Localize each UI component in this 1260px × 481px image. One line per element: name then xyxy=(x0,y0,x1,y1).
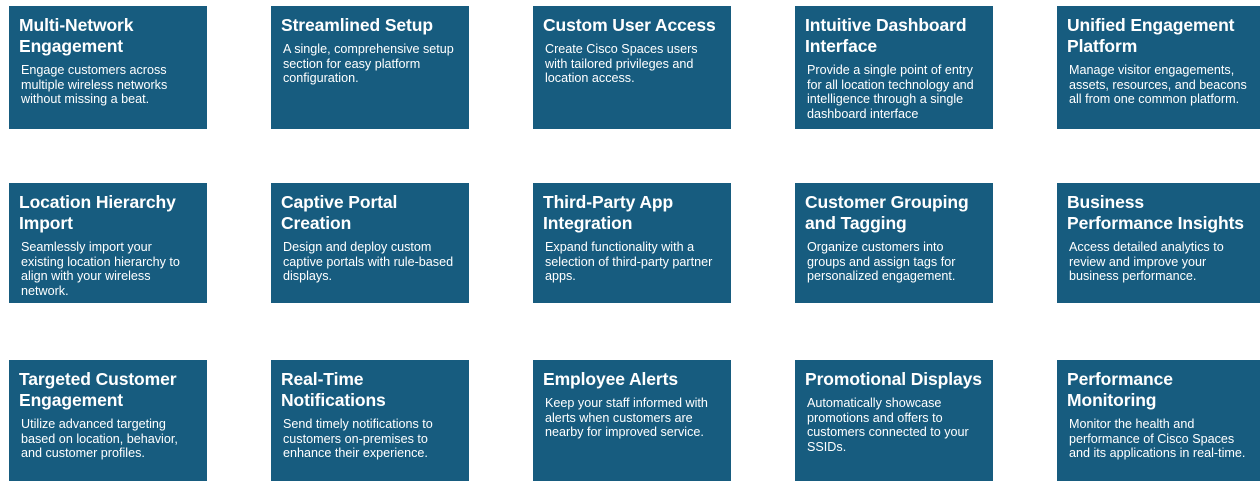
feature-card-performance-monitoring: Performance Monitoring Monitor the healt… xyxy=(1057,360,1260,481)
card-description: Keep your staff informed with alerts whe… xyxy=(545,396,708,440)
card-title: Unified Engagement Platform xyxy=(1067,15,1235,56)
feature-card-targeted-customer-engagement: Targeted Customer Engagement Utilize adv… xyxy=(9,360,207,481)
feature-card-real-time-notifications: Real-Time Notifications Send timely noti… xyxy=(271,360,469,481)
card-title: Custom User Access xyxy=(543,15,716,35)
feature-card-promotional-displays: Promotional Displays Automatically showc… xyxy=(795,360,993,481)
card-title: Location Hierarchy Import xyxy=(19,192,176,233)
card-title: Real-Time Notifications xyxy=(281,369,386,410)
card-description: Manage visitor engagements, assets, reso… xyxy=(1069,63,1247,107)
card-description: Utilize advanced targeting based on loca… xyxy=(21,417,178,461)
feature-grid: Multi-Network Engagement Engage customer… xyxy=(0,0,1260,481)
card-description: Seamlessly import your existing location… xyxy=(21,240,180,298)
card-title: Business Performance Insights xyxy=(1067,192,1244,233)
card-description: Organize customers into groups and assig… xyxy=(807,240,956,284)
feature-card-streamlined-setup: Streamlined Setup A single, comprehensiv… xyxy=(271,6,469,129)
card-title: Targeted Customer Engagement xyxy=(19,369,177,410)
card-description: A single, comprehensive setup section fo… xyxy=(283,42,454,86)
card-description: Create Cisco Spaces users with tailored … xyxy=(545,42,698,86)
feature-card-unified-engagement-platform: Unified Engagement Platform Manage visit… xyxy=(1057,6,1260,129)
card-title: Customer Grouping and Tagging xyxy=(805,192,969,233)
feature-card-customer-grouping-and-tagging: Customer Grouping and Tagging Organize c… xyxy=(795,183,993,303)
feature-card-custom-user-access: Custom User Access Create Cisco Spaces u… xyxy=(533,6,731,129)
feature-card-multi-network-engagement: Multi-Network Engagement Engage customer… xyxy=(9,6,207,129)
card-description: Design and deploy custom captive portals… xyxy=(283,240,454,284)
card-description: Monitor the health and performance of Ci… xyxy=(1069,417,1246,461)
card-title: Captive Portal Creation xyxy=(281,192,398,233)
card-title: Third-Party App Integration xyxy=(543,192,674,233)
card-title: Streamlined Setup xyxy=(281,15,433,35)
card-title: Intuitive Dashboard Interface xyxy=(805,15,967,56)
card-title: Performance Monitoring xyxy=(1067,369,1173,410)
card-description: Send timely notifications to customers o… xyxy=(283,417,433,461)
card-description: Expand functionality with a selection of… xyxy=(545,240,713,284)
card-description: Engage customers across multiple wireles… xyxy=(21,63,168,107)
feature-card-third-party-app-integration: Third-Party App Integration Expand funct… xyxy=(533,183,731,303)
feature-card-intuitive-dashboard-interface: Intuitive Dashboard Interface Provide a … xyxy=(795,6,993,129)
card-description: Access detailed analytics to review and … xyxy=(1069,240,1224,284)
feature-card-business-performance-insights: Business Performance Insights Access det… xyxy=(1057,183,1260,303)
card-description: Provide a single point of entry for all … xyxy=(807,63,974,121)
card-title: Multi-Network Engagement xyxy=(19,15,134,56)
card-description: Automatically showcase promotions and of… xyxy=(807,396,969,454)
feature-card-employee-alerts: Employee Alerts Keep your staff informed… xyxy=(533,360,731,481)
card-title: Promotional Displays xyxy=(805,369,982,389)
card-title: Employee Alerts xyxy=(543,369,678,389)
feature-card-location-hierarchy-import: Location Hierarchy Import Seamlessly imp… xyxy=(9,183,207,303)
feature-card-captive-portal-creation: Captive Portal Creation Design and deplo… xyxy=(271,183,469,303)
